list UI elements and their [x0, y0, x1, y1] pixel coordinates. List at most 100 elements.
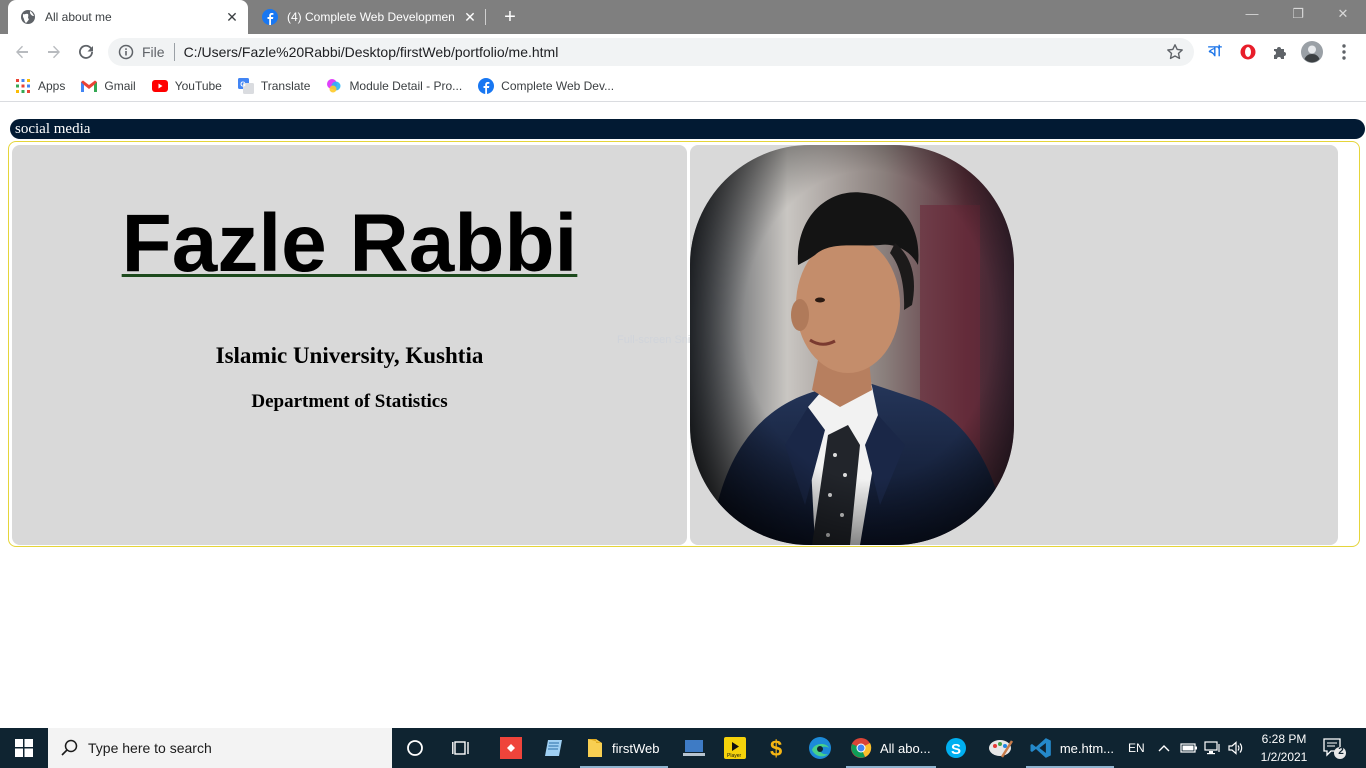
profile-photo-panel: [690, 145, 1338, 545]
chrome-menu-icon[interactable]: [1334, 42, 1354, 62]
url-text[interactable]: C:/Users/Fazle%20Rabbi/Desktop/firstWeb/…: [184, 44, 559, 60]
bookmark-apps[interactable]: Apps: [15, 78, 65, 94]
tab-divider: [485, 9, 486, 25]
search-placeholder: Type here to search: [88, 740, 212, 756]
media-player-taskbar-button[interactable]: Player: [724, 728, 748, 768]
bookmark-label: Translate: [260, 78, 311, 93]
computer-icon: [683, 740, 705, 756]
media-player-icon: Player: [724, 737, 746, 759]
notepad-taskbar-button[interactable]: [543, 728, 567, 768]
info-icon[interactable]: [118, 44, 134, 60]
gmail-icon: [81, 78, 98, 94]
anydesk-icon: [500, 737, 522, 759]
edge-icon: [809, 737, 831, 759]
new-tab-button[interactable]: +: [499, 6, 521, 28]
notification-center-button[interactable]: 2: [1322, 736, 1346, 760]
bookmark-module-detail[interactable]: Module Detail - Pro...: [326, 78, 462, 94]
paint-taskbar-button[interactable]: [988, 728, 1014, 768]
reload-button[interactable]: [74, 40, 98, 64]
task-view-button[interactable]: [452, 728, 476, 768]
taskbar-app-chrome[interactable]: All abo...: [846, 728, 936, 768]
skype-icon: S: [946, 738, 966, 758]
svg-text:Player: Player: [727, 753, 742, 759]
close-tab-icon[interactable]: ✕: [224, 9, 240, 25]
start-button[interactable]: [0, 728, 48, 768]
folder-icon: [588, 739, 602, 757]
clock-time: 6:28 PM: [1261, 732, 1307, 746]
apps-grid-icon: [15, 78, 31, 94]
svg-text:S: S: [951, 741, 961, 758]
bookmark-translate[interactable]: G Translate: [237, 77, 311, 94]
taskbar-app-label: All abo...: [880, 740, 931, 756]
facebook-icon: [478, 77, 495, 94]
department-heading: Department of Statistics: [251, 391, 448, 412]
globe-icon: [21, 10, 35, 24]
paint-icon: [989, 740, 1014, 758]
reload-icon: [79, 44, 93, 59]
address-bar[interactable]: File C:/Users/Fazle%20Rabbi/Desktop/firs…: [108, 38, 1194, 66]
dollar-app-taskbar-button[interactable]: $: [768, 728, 790, 768]
network-tray-button[interactable]: [1204, 728, 1222, 768]
svg-text:$: $: [770, 736, 782, 760]
notification-count: 2: [1338, 746, 1344, 757]
tab-title: (4) Complete Web Developmen: [287, 10, 454, 24]
task-view-icon: [452, 741, 469, 755]
edge-taskbar-button[interactable]: [808, 728, 834, 768]
social-media-bar[interactable]: social media: [10, 119, 1365, 139]
language-indicator[interactable]: EN: [1128, 728, 1145, 768]
restore-button[interactable]: ❐: [1275, 0, 1321, 30]
browser-toolbar: File C:/Users/Fazle%20Rabbi/Desktop/firs…: [0, 34, 1366, 70]
arrow-left-icon: [16, 45, 28, 59]
bangla-extension-icon[interactable]: বা: [1205, 42, 1225, 62]
back-button[interactable]: [10, 40, 34, 64]
bookmark-gmail[interactable]: Gmail: [81, 78, 136, 94]
windows-icon: [15, 739, 33, 757]
taskbar-app-vscode[interactable]: me.htm...: [1026, 728, 1114, 768]
close-window-button[interactable]: ✕: [1320, 0, 1366, 30]
youtube-icon: [151, 78, 168, 94]
skype-taskbar-button[interactable]: S: [945, 728, 969, 768]
bookmark-label: Gmail: [104, 78, 136, 93]
anydesk-taskbar-button[interactable]: [500, 728, 524, 768]
bookmarks-bar: Apps Gmail YouTube G Translate Module De…: [0, 70, 1366, 102]
module-icon: [326, 78, 342, 94]
bookmark-label: Complete Web Dev...: [501, 78, 615, 93]
tab-complete-web-development[interactable]: (4) Complete Web Developmen ✕: [250, 0, 486, 34]
clock-date: 1/2/2021: [1260, 750, 1308, 764]
profile-photo: [690, 145, 1014, 545]
cortana-icon: [407, 740, 423, 756]
taskbar-app-label: firstWeb: [612, 740, 660, 756]
university-heading: Islamic University, Kushtia: [215, 343, 484, 368]
tab-all-about-me[interactable]: All about me ✕: [8, 0, 248, 34]
profile-frame: Fazle Rabbi Islamic University, Kushtia …: [8, 141, 1360, 547]
chevron-up-icon: [1158, 745, 1170, 752]
tab-title: All about me: [45, 10, 112, 24]
bookmark-complete-web-dev[interactable]: Complete Web Dev...: [478, 77, 615, 94]
bookmark-label: YouTube: [174, 78, 222, 93]
show-hidden-icons-button[interactable]: [1158, 728, 1170, 768]
taskbar-app-label: me.htm...: [1059, 740, 1114, 756]
computer-taskbar-button[interactable]: [682, 728, 706, 768]
svg-text:G: G: [240, 81, 246, 88]
system-clock[interactable]: 6:28 PM 1/2/2021: [1252, 730, 1316, 766]
url-scheme: File: [142, 44, 165, 60]
minimize-button[interactable]: —: [1229, 0, 1275, 30]
forward-button[interactable]: [42, 40, 66, 64]
cortana-button[interactable]: [406, 728, 428, 768]
network-icon: [1204, 741, 1220, 755]
profile-name-text: Fazle Rabbi: [121, 198, 578, 289]
taskbar-search-box[interactable]: Type here to search: [48, 728, 392, 768]
profile-avatar[interactable]: [1300, 40, 1324, 64]
opera-extension-icon[interactable]: [1238, 42, 1258, 62]
taskbar-app-firstweb[interactable]: firstWeb: [580, 728, 668, 768]
battery-tray-button[interactable]: [1180, 728, 1198, 768]
arrow-right-icon: [48, 45, 60, 59]
bookmark-label: Apps: [38, 78, 66, 93]
volume-tray-button[interactable]: [1228, 728, 1244, 768]
close-tab-icon[interactable]: ✕: [462, 9, 478, 25]
notepad-icon: [545, 740, 562, 756]
puzzle-extensions-icon[interactable]: [1270, 42, 1290, 62]
bookmark-star-icon[interactable]: [1166, 43, 1184, 61]
battery-icon: [1180, 743, 1197, 753]
bookmark-youtube[interactable]: YouTube: [151, 78, 222, 94]
